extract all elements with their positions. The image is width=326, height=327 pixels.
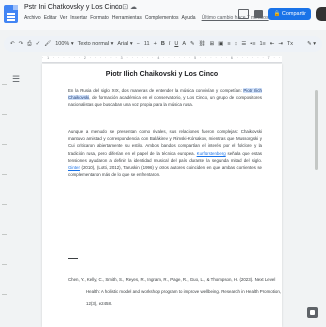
explore-button[interactable] — [307, 307, 318, 318]
footnote-separator — [68, 258, 78, 259]
document-outline-icon[interactable]: ☰ — [12, 74, 20, 85]
inline-link[interactable]: Ginter — [68, 165, 80, 170]
numbered-list-icon[interactable]: 1≡ — [259, 41, 265, 47]
text-color-icon[interactable]: A — [182, 41, 186, 47]
menu-addons[interactable]: Complementos — [145, 15, 179, 21]
paint-format-icon[interactable]: 🖌 — [44, 41, 51, 47]
underline-button[interactable]: U — [174, 41, 178, 47]
document-title[interactable]: Pstr Ini Chatkovsky y Los Cinco — [24, 4, 122, 11]
present-icon[interactable] — [254, 10, 264, 18]
toolbar: ↶ ↷ ⎙ ✓ 🖌 100% ▾ Texto normal ▾ Arial ▾ … — [4, 36, 322, 52]
checklist-icon[interactable]: ☰ — [241, 41, 246, 47]
highlight-icon[interactable]: ✎ — [190, 41, 195, 47]
avatar[interactable] — [316, 7, 326, 21]
reference-entry: Chen, Y., Kelly, C., Smith, S., Reyes, R… — [68, 277, 281, 306]
line-spacing-icon[interactable]: ↕ — [235, 41, 238, 47]
zoom-select[interactable]: 100% ▾ — [55, 41, 73, 47]
comment-history-icon[interactable] — [238, 9, 250, 19]
decrease-indent-icon[interactable]: ⇤ — [270, 41, 275, 47]
print-icon[interactable]: ⎙ — [27, 41, 31, 48]
increase-size-button[interactable]: + — [154, 41, 157, 47]
paragraph-1: En la Rusia del siglo XIX, dos maneras d… — [68, 88, 262, 108]
vertical-ruler[interactable] — [2, 64, 8, 322]
scrollbar[interactable] — [315, 90, 318, 170]
align-icon[interactable]: ≡ — [227, 41, 230, 47]
bold-button[interactable]: B — [161, 41, 165, 47]
font-select[interactable]: Arial ▾ — [117, 41, 132, 47]
insert-link-icon[interactable]: ⛓ — [199, 41, 206, 47]
paragraph-2: Aunque a menudo se presentan como rivale… — [68, 129, 262, 178]
menu-tools[interactable]: Herramientas — [112, 15, 142, 21]
header-actions: 🔒 Compartir — [238, 6, 326, 22]
menu-file[interactable]: Archivo — [24, 15, 41, 21]
redo-icon[interactable]: ↷ — [19, 41, 24, 47]
document-heading: Piotr Ilich Chaikovski y Los Cinco — [105, 71, 219, 78]
insert-image-icon[interactable]: ▣ — [218, 41, 223, 47]
menu-view[interactable]: Ver — [60, 15, 68, 21]
menu-format[interactable]: Formato — [90, 15, 109, 21]
font-size-input[interactable]: 11 — [144, 41, 150, 47]
star-move-cloud-icons[interactable]: ☆ ⊡ ☁ — [114, 3, 137, 11]
style-select[interactable]: Texto normal ▾ — [78, 41, 114, 47]
docs-logo-icon[interactable] — [4, 5, 18, 23]
decrease-size-button[interactable]: − — [137, 41, 140, 47]
horizontal-ruler[interactable]: · 1 · · · · · · 2 · · · · · · 3 · · · · … — [42, 56, 282, 63]
increase-indent-icon[interactable]: ⇥ — [278, 41, 283, 47]
menu-bar: Archivo Editar Ver Insertar Formato Herr… — [24, 15, 269, 21]
share-label: Compartir — [281, 11, 306, 17]
title-bar: Pstr Ini Chatkovsky y Los Cinco ☆ ⊡ ☁ Ar… — [0, 0, 326, 30]
italic-button[interactable]: I — [169, 41, 171, 47]
menu-help[interactable]: Ayuda — [182, 15, 196, 21]
menu-edit[interactable]: Editar — [44, 15, 57, 21]
clear-formatting-icon[interactable]: Tx — [287, 41, 293, 47]
spellcheck-icon[interactable]: ✓ — [36, 41, 41, 47]
editing-mode-icon[interactable]: ✎ ▾ — [307, 41, 316, 47]
undo-icon[interactable]: ↶ — [10, 41, 15, 47]
document-page[interactable]: Piotr Ilich Chaikovski y Los Cinco En la… — [42, 64, 282, 327]
inline-link[interactable]: Kurfürstenberg — [197, 151, 226, 156]
menu-insert[interactable]: Insertar — [70, 15, 87, 21]
insert-comment-icon[interactable]: ⊞ — [210, 41, 215, 47]
bulleted-list-icon[interactable]: •≡ — [250, 41, 255, 47]
share-button[interactable]: 🔒 Compartir — [268, 8, 311, 20]
